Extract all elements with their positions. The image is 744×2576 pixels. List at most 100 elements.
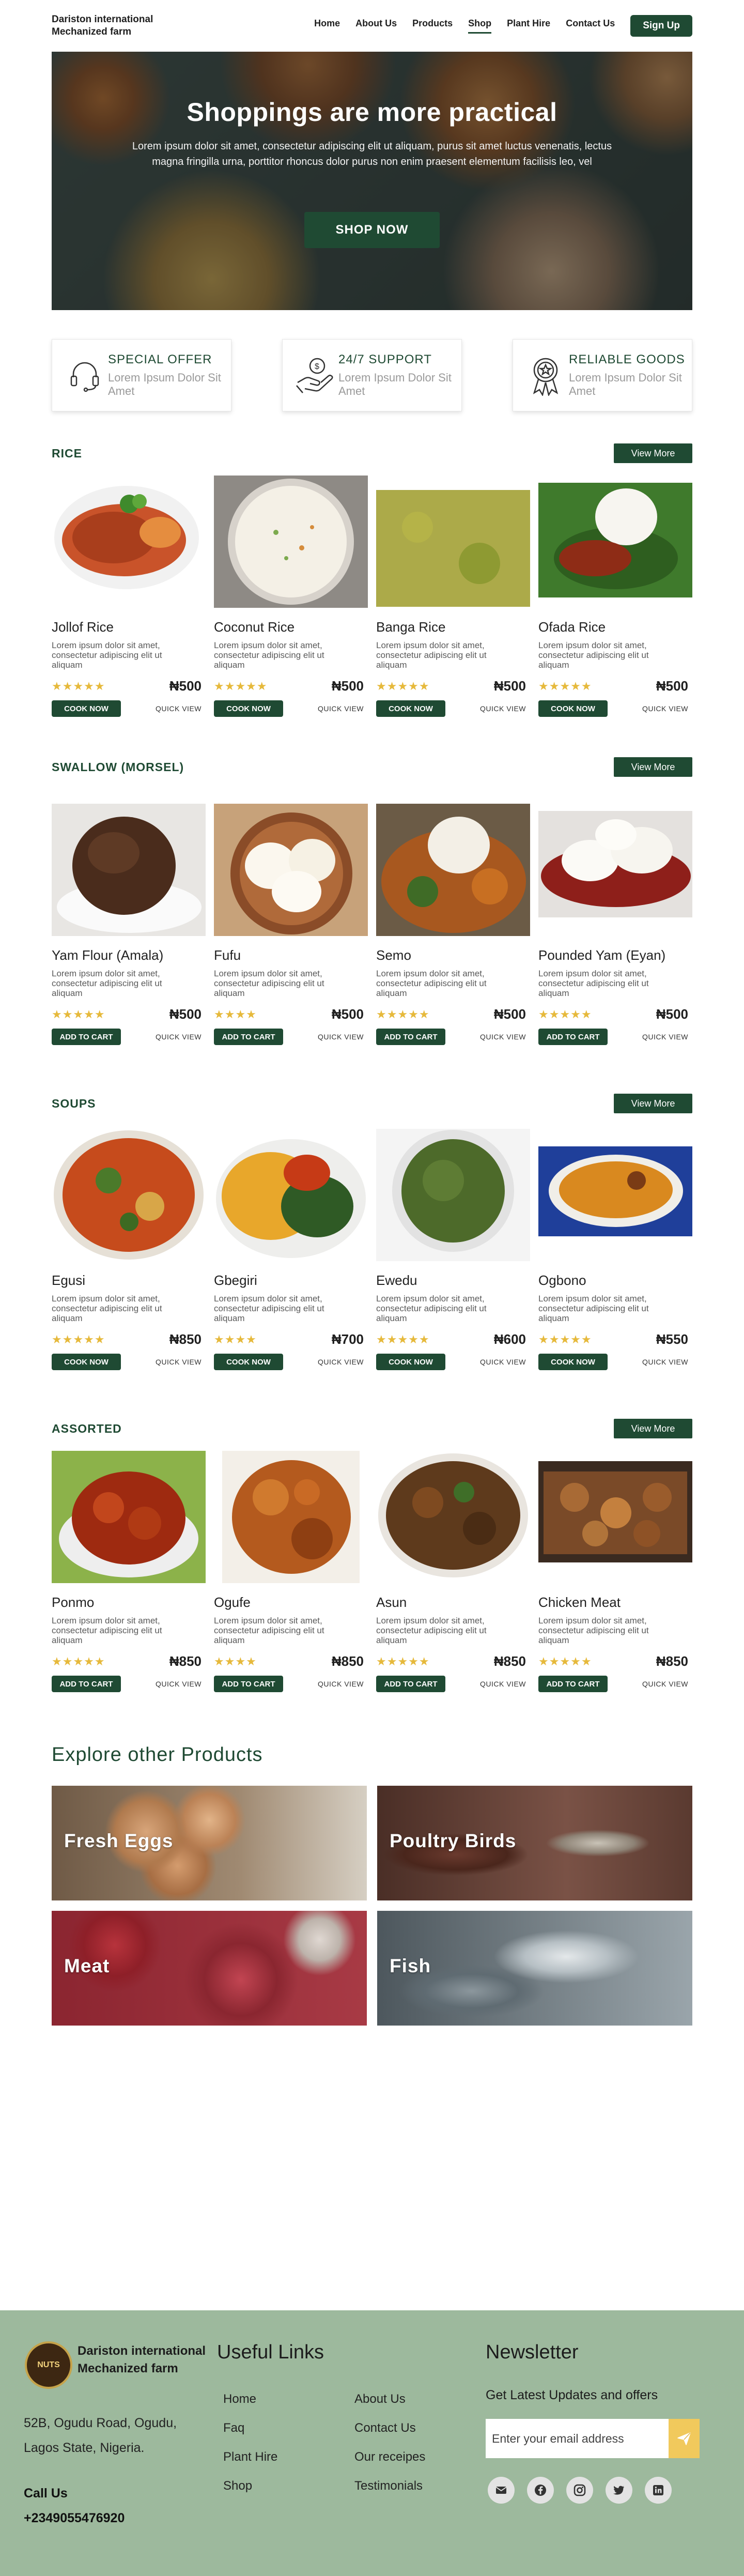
instagram-icon[interactable] <box>566 2477 593 2504</box>
product-card-ogbono[interactable]: Ogbono Lorem ipsum dolor sit amet, conse… <box>538 1129 692 1370</box>
quick-view-link[interactable]: QUICK VIEW <box>156 1680 202 1688</box>
quick-view-link[interactable]: QUICK VIEW <box>642 1033 688 1041</box>
product-card-egusi[interactable]: Egusi Lorem ipsum dolor sit amet, consec… <box>52 1129 206 1370</box>
email-input[interactable] <box>486 2419 669 2458</box>
quick-view-link[interactable]: QUICK VIEW <box>318 1033 364 1041</box>
product-card-ponmo[interactable]: Ponmo Lorem ipsum dolor sit amet, consec… <box>52 1451 206 1692</box>
add-to-cart-button[interactable]: ADD TO CART <box>214 1676 283 1692</box>
ogbono-image[interactable] <box>538 1129 692 1261</box>
product-description: Lorem ipsum dolor sit amet, consectetur … <box>52 969 162 998</box>
nav-link-contact[interactable]: Contact Us <box>566 18 615 34</box>
farm-logo[interactable]: NUTS <box>25 2341 72 2389</box>
cook-now-button[interactable]: COOK NOW <box>376 700 445 717</box>
quick-view-link[interactable]: QUICK VIEW <box>642 1358 688 1366</box>
product-card-jollof-rice[interactable]: Jollof Rice Lorem ipsum dolor sit amet, … <box>52 476 206 717</box>
cook-now-button[interactable]: COOK NOW <box>214 700 283 717</box>
add-to-cart-button[interactable]: ADD TO CART <box>214 1029 283 1045</box>
gbegiri-image[interactable] <box>214 1129 368 1261</box>
footer-link-faq[interactable]: Faq <box>223 2421 244 2435</box>
product-card-fufu[interactable]: Fufu Lorem ipsum dolor sit amet, consect… <box>214 804 368 1045</box>
footer-link-home[interactable]: Home <box>223 2392 256 2406</box>
nav-link-plant-hire[interactable]: Plant Hire <box>507 18 550 34</box>
chicken-meat-image[interactable] <box>538 1451 692 1583</box>
footer-link-about[interactable]: About Us <box>354 2392 406 2406</box>
add-to-cart-button[interactable]: ADD TO CART <box>376 1029 445 1045</box>
amala-image[interactable] <box>52 804 206 936</box>
product-card-gbegiri[interactable]: Gbegiri Lorem ipsum dolor sit amet, cons… <box>214 1129 368 1370</box>
add-to-cart-button[interactable]: ADD TO CART <box>52 1029 121 1045</box>
ponmo-image[interactable] <box>52 1451 206 1583</box>
product-card-coconut-rice[interactable]: Coconut Rice Lorem ipsum dolor sit amet,… <box>214 476 368 717</box>
quick-view-link[interactable]: QUICK VIEW <box>318 1358 364 1366</box>
view-more-button[interactable]: View More <box>614 1419 692 1438</box>
asun-image[interactable] <box>376 1451 530 1583</box>
footer-link-plant-hire[interactable]: Plant Hire <box>223 2450 277 2464</box>
product-card-semo[interactable]: Semo Lorem ipsum dolor sit amet, consect… <box>376 804 530 1045</box>
quick-view-link[interactable]: QUICK VIEW <box>156 704 202 713</box>
fufu-image[interactable] <box>214 804 368 936</box>
tile-fresh-eggs[interactable]: Fresh Eggs <box>52 1786 367 1900</box>
cook-now-button[interactable]: COOK NOW <box>538 700 608 717</box>
nav-link-home[interactable]: Home <box>314 18 340 34</box>
view-more-button[interactable]: View More <box>614 443 692 463</box>
quick-view-link[interactable]: QUICK VIEW <box>156 1358 202 1366</box>
ofada-rice-image[interactable] <box>538 476 692 608</box>
star-rating: ★★★★★ <box>376 1007 430 1021</box>
email-icon[interactable] <box>488 2477 515 2504</box>
nav-link-products[interactable]: Products <box>412 18 453 34</box>
add-to-cart-button[interactable]: ADD TO CART <box>538 1676 608 1692</box>
quick-view-link[interactable]: QUICK VIEW <box>642 1680 688 1688</box>
cook-now-button[interactable]: COOK NOW <box>376 1354 445 1370</box>
footer-link-recipes[interactable]: Our receipes <box>354 2450 425 2464</box>
product-card-chicken-meat[interactable]: Chicken Meat Lorem ipsum dolor sit amet,… <box>538 1451 692 1692</box>
send-button[interactable] <box>669 2419 700 2458</box>
brand-name[interactable]: Dariston international Mechanized farm <box>52 13 186 38</box>
shop-now-button[interactable]: SHOP NOW <box>304 212 440 248</box>
product-card-asun[interactable]: Asun Lorem ipsum dolor sit amet, consect… <box>376 1451 530 1692</box>
product-card-ewedu[interactable]: Ewedu Lorem ipsum dolor sit amet, consec… <box>376 1129 530 1370</box>
coconut-rice-image[interactable] <box>214 476 368 608</box>
jollof-rice-image[interactable] <box>52 476 206 608</box>
add-to-cart-button[interactable]: ADD TO CART <box>538 1029 608 1045</box>
quick-view-link[interactable]: QUICK VIEW <box>318 1680 364 1688</box>
view-more-button[interactable]: View More <box>614 757 692 777</box>
quick-view-link[interactable]: QUICK VIEW <box>480 1033 526 1041</box>
quick-view-link[interactable]: QUICK VIEW <box>480 1680 526 1688</box>
tile-fish[interactable]: Fish <box>377 1911 692 2026</box>
tile-meat[interactable]: Meat <box>52 1911 367 2026</box>
banga-rice-image[interactable] <box>376 476 530 608</box>
product-card-ofada-rice[interactable]: Ofada Rice Lorem ipsum dolor sit amet, c… <box>538 476 692 717</box>
pounded-yam-image[interactable] <box>538 804 692 936</box>
quick-view-link[interactable]: QUICK VIEW <box>156 1033 202 1041</box>
cook-now-button[interactable]: COOK NOW <box>214 1354 283 1370</box>
quick-view-link[interactable]: QUICK VIEW <box>318 704 364 713</box>
nav-link-about[interactable]: About Us <box>355 18 397 34</box>
ewedu-image[interactable] <box>376 1129 530 1261</box>
cook-now-button[interactable]: COOK NOW <box>52 700 121 717</box>
twitter-icon[interactable] <box>606 2477 632 2504</box>
view-more-button[interactable]: View More <box>614 1094 692 1113</box>
nav-link-shop[interactable]: Shop <box>468 18 492 34</box>
product-card-ogufe[interactable]: Ogufe Lorem ipsum dolor sit amet, consec… <box>214 1451 368 1692</box>
phone-number[interactable]: +2349055476920 <box>24 2511 125 2526</box>
tile-poultry-birds[interactable]: Poultry Birds <box>377 1786 692 1900</box>
footer-link-contact[interactable]: Contact Us <box>354 2421 416 2435</box>
quick-view-link[interactable]: QUICK VIEW <box>480 704 526 713</box>
cook-now-button[interactable]: COOK NOW <box>52 1354 121 1370</box>
product-card-amala[interactable]: Yam Flour (Amala) Lorem ipsum dolor sit … <box>52 804 206 1045</box>
product-card-pounded-yam[interactable]: Pounded Yam (Eyan) Lorem ipsum dolor sit… <box>538 804 692 1045</box>
product-card-banga-rice[interactable]: Banga Rice Lorem ipsum dolor sit amet, c… <box>376 476 530 717</box>
linkedin-icon[interactable] <box>645 2477 672 2504</box>
egusi-image[interactable] <box>52 1129 206 1261</box>
ogufe-image[interactable] <box>214 1451 368 1583</box>
add-to-cart-button[interactable]: ADD TO CART <box>52 1676 121 1692</box>
quick-view-link[interactable]: QUICK VIEW <box>642 704 688 713</box>
footer-link-testimonials[interactable]: Testimonials <box>354 2479 423 2493</box>
sign-up-button[interactable]: Sign Up <box>630 15 692 37</box>
footer-link-shop[interactable]: Shop <box>223 2479 252 2493</box>
add-to-cart-button[interactable]: ADD TO CART <box>376 1676 445 1692</box>
quick-view-link[interactable]: QUICK VIEW <box>480 1358 526 1366</box>
facebook-icon[interactable] <box>527 2477 554 2504</box>
semo-image[interactable] <box>376 804 530 936</box>
cook-now-button[interactable]: COOK NOW <box>538 1354 608 1370</box>
